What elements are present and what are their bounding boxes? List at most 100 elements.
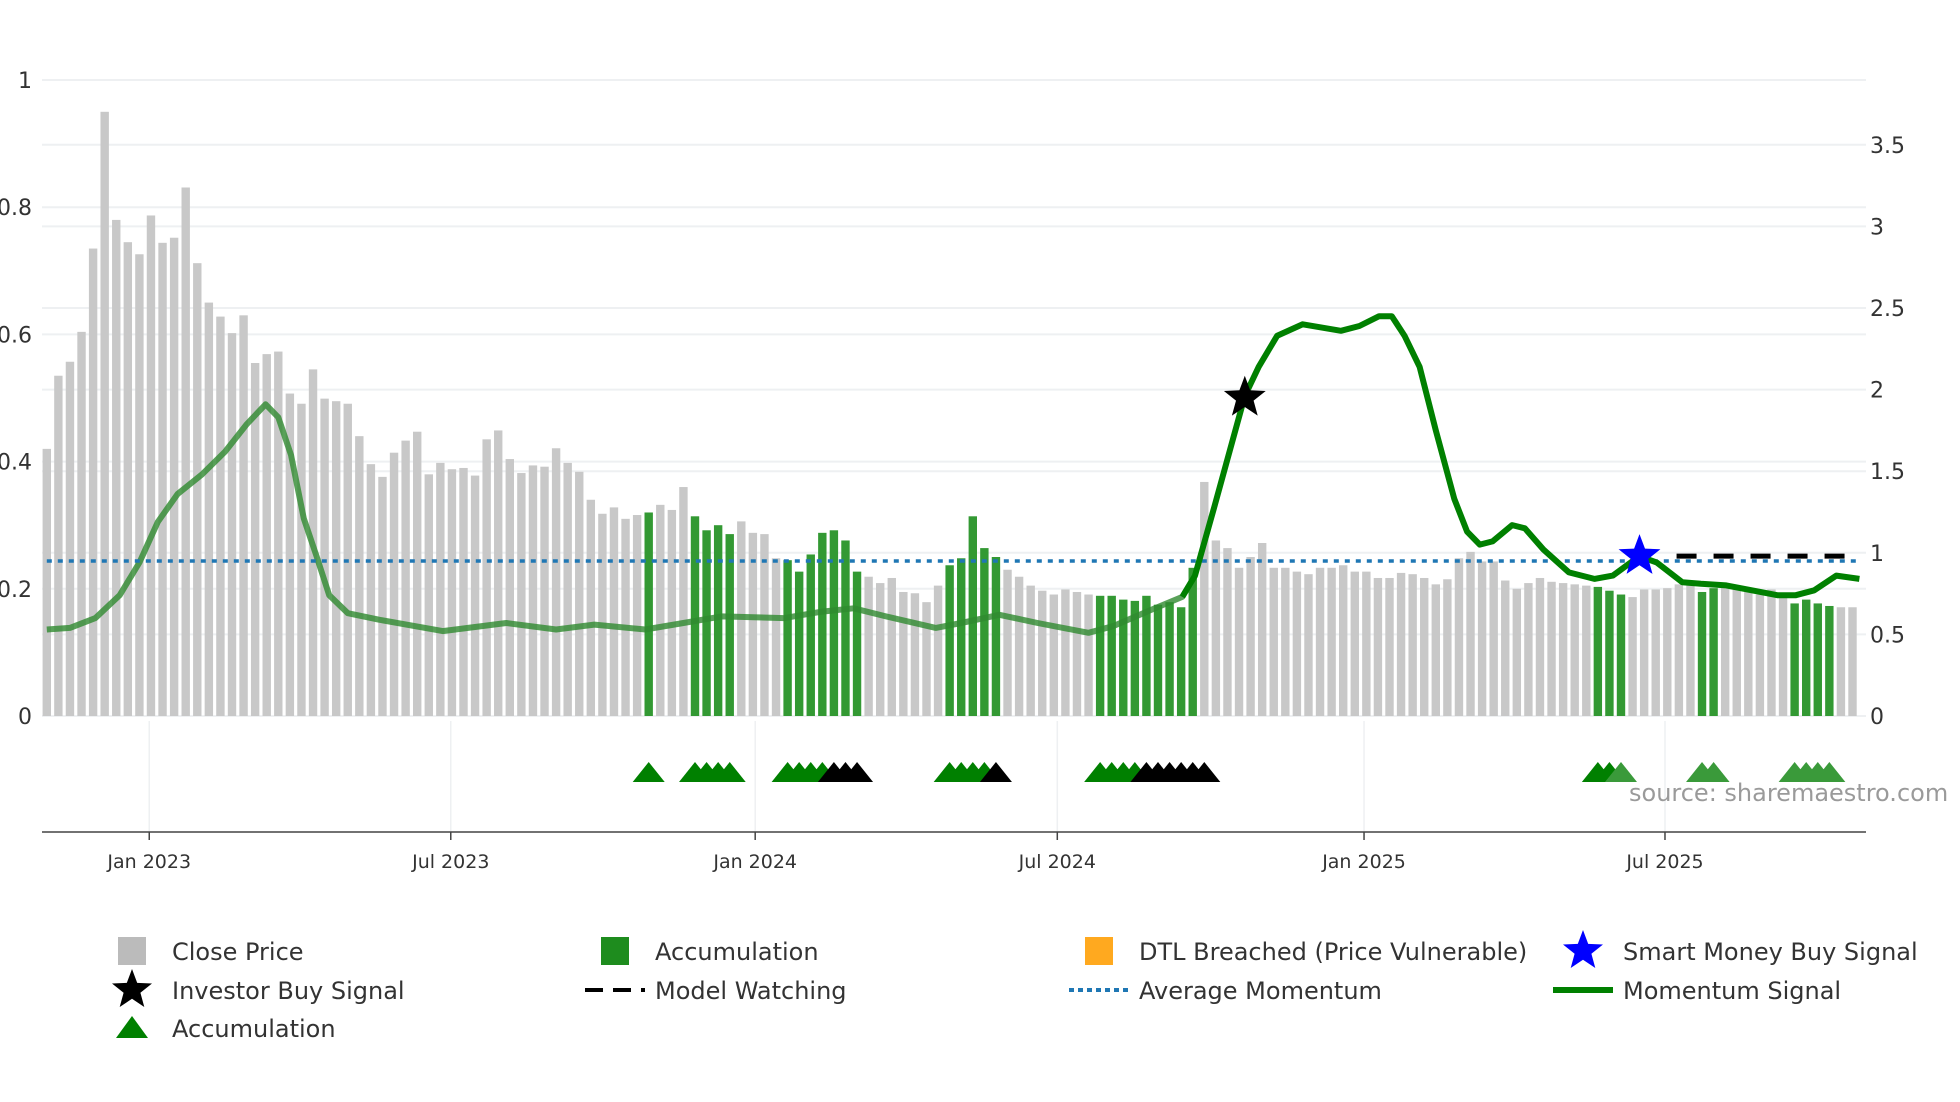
- close-price-bar: [1778, 594, 1788, 716]
- y-right-tick-label: 1.5: [1870, 460, 1905, 485]
- accumulation-bar: [713, 525, 723, 716]
- close-price-bar: [193, 263, 202, 716]
- accumulation-bar: [945, 565, 954, 716]
- close-price-bar: [575, 471, 584, 716]
- close-price-bar: [1767, 589, 1776, 716]
- close-price-bar: [586, 499, 596, 716]
- close-price-bar: [216, 316, 225, 716]
- accumulation-bar: [1119, 599, 1128, 716]
- legend-label: Momentum Signal: [1623, 977, 1841, 1005]
- accumulation-bar: [991, 557, 1001, 716]
- accumulation-bar: [806, 554, 815, 716]
- accumulation-bar: [1616, 594, 1626, 716]
- y-right-tick-label: 1: [1870, 542, 1884, 567]
- close-price-bar: [1269, 567, 1278, 716]
- close-price-bar: [320, 398, 329, 716]
- close-price-bar: [1246, 557, 1255, 716]
- accumulation-bar: [702, 530, 711, 716]
- close-price-bar: [1350, 571, 1359, 716]
- accumulation-triangle-icon: [116, 1016, 148, 1038]
- accumulation-bar: [1709, 588, 1718, 716]
- close-price-bar: [679, 487, 688, 716]
- accumulation-bar: [1813, 603, 1822, 716]
- accumulation-bar: [1802, 599, 1811, 716]
- close-price-bar: [135, 254, 144, 716]
- legend-item-investor: Investor Buy Signal: [112, 969, 405, 1007]
- accumulation-bar: [957, 558, 966, 716]
- y-right-tick-label: 0.5: [1870, 623, 1905, 648]
- close-price-bar: [899, 591, 908, 716]
- close-price-bar: [667, 509, 677, 716]
- x-tick-label: Jul 2025: [1625, 851, 1703, 873]
- close-price-bar: [1431, 584, 1440, 716]
- close-price-bar: [123, 242, 133, 716]
- accumulation-bar: [1825, 605, 1834, 716]
- close-price-bar: [1501, 580, 1510, 716]
- x-tick-label: Jan 2024: [712, 851, 797, 873]
- accumulation-bar: [644, 512, 653, 716]
- dtl-breached-swatch-icon: [1085, 937, 1113, 965]
- close-price-bar: [1755, 594, 1765, 716]
- close-price-bar: [1084, 594, 1093, 716]
- accumulation-bar: [841, 540, 850, 716]
- accumulation-bar: [690, 516, 700, 716]
- close-price-bar: [54, 375, 63, 716]
- accumulation-bar: [1107, 595, 1116, 716]
- y-left-tick-label: 0.8: [0, 196, 32, 221]
- close-price-bar: [1628, 597, 1637, 716]
- close-price-bar: [1304, 574, 1313, 716]
- close-price-bar: [910, 593, 920, 716]
- legend-item-dtl: DTL Breached (Price Vulnerable): [1085, 937, 1527, 966]
- close-price-bar: [563, 462, 572, 716]
- accumulation-bar: [1790, 603, 1799, 716]
- close-price-bar: [239, 315, 248, 716]
- close-price-bar: [771, 558, 781, 716]
- close-price-bar: [1339, 565, 1348, 716]
- close-price-bar: [378, 476, 387, 716]
- close-price-bar: [401, 440, 410, 716]
- close-price-bar: [447, 469, 457, 716]
- close-price-bar: [366, 464, 376, 716]
- close-price-bar: [88, 248, 98, 717]
- close-price-bar: [1686, 581, 1695, 716]
- close-price-bar: [494, 430, 503, 716]
- close-price-bar: [609, 507, 619, 716]
- close-price-bar: [1396, 572, 1406, 716]
- accumulation-bar: [1095, 595, 1105, 716]
- close-price-bar: [1292, 571, 1302, 716]
- close-price-bar: [1408, 574, 1417, 716]
- close-price-bar: [551, 448, 561, 716]
- close-price-bar: [1524, 583, 1533, 716]
- close-price-bar: [389, 452, 399, 716]
- close-price-bar: [146, 215, 156, 716]
- close-price-bar: [922, 602, 931, 716]
- source-label: source: sharemaestro.com: [1629, 779, 1948, 807]
- close-price-bar: [1570, 584, 1579, 716]
- close-price-bar: [1362, 571, 1371, 716]
- accumulation-bar: [794, 571, 804, 716]
- close-price-bar: [1315, 567, 1325, 716]
- y-left-tick-label: 0: [18, 705, 32, 730]
- close-price-bar: [1049, 594, 1059, 716]
- accumulation-bar: [980, 548, 989, 716]
- close-price-bar: [424, 474, 433, 716]
- x-tick-label: Jul 2023: [411, 851, 489, 873]
- accumulation-bar: [1593, 586, 1603, 716]
- close-price-bar: [1732, 585, 1741, 716]
- close-price-bar: [1061, 589, 1070, 716]
- legend-label: Investor Buy Signal: [172, 977, 405, 1005]
- close-price-bar: [100, 111, 109, 717]
- close-price-bar: [1489, 561, 1498, 716]
- accumulation-bar: [1176, 607, 1186, 716]
- close-price-bar: [632, 515, 642, 716]
- close-price-bar: [77, 331, 86, 716]
- legend-item-smart: Smart Money Buy Signal: [1563, 930, 1918, 968]
- close-price-bar: [1003, 569, 1012, 716]
- accumulation-bar: [968, 516, 977, 716]
- close-price-bar: [1547, 581, 1556, 716]
- close-price-bar: [227, 333, 237, 716]
- y-right-tick-label: 2: [1870, 379, 1884, 404]
- close-price-bar: [204, 302, 214, 716]
- legend-label: Close Price: [172, 938, 304, 966]
- close-price-bar: [482, 439, 491, 716]
